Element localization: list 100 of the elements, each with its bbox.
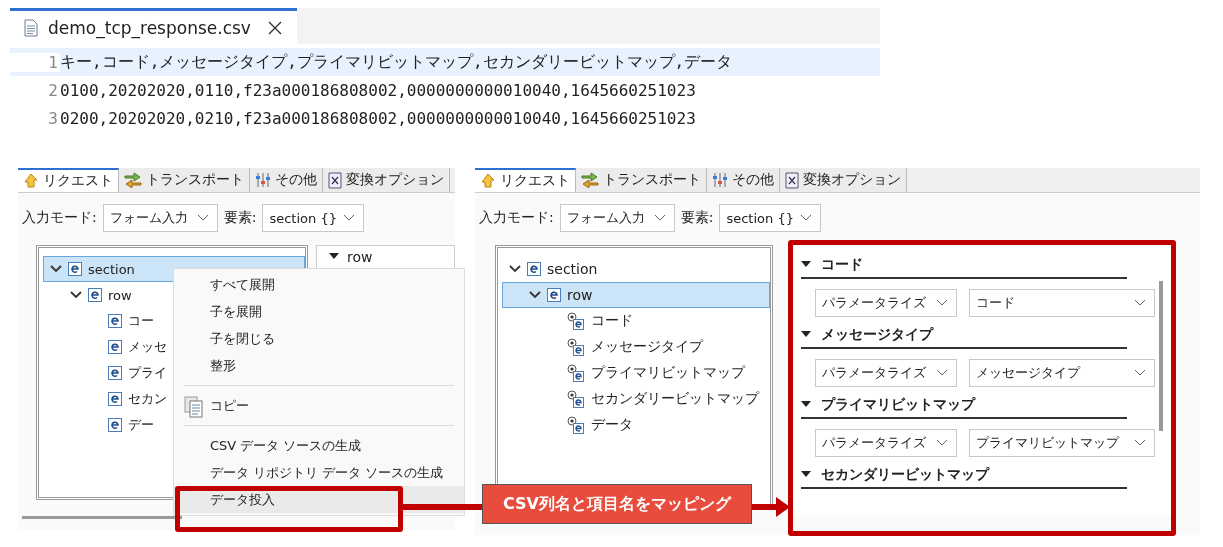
arrows-icon (124, 172, 142, 188)
tab[interactable]: トランスポート (576, 168, 707, 192)
mode-dropdown[interactable]: パラメータライズ (815, 289, 957, 317)
chevron-icon[interactable] (1134, 439, 1146, 447)
mode-dropdown[interactable]: パラメータライズ (815, 429, 957, 457)
chevron-icon[interactable] (196, 214, 209, 222)
chevron-icon[interactable] (936, 439, 948, 447)
scrollbar[interactable] (22, 516, 182, 519)
chevron-icon[interactable] (1134, 369, 1146, 377)
triangle-icon[interactable] (801, 401, 811, 409)
code-line: 0100,20202020,0110,f23a000186808002,0000000000010040,1645660251023 (60, 80, 696, 100)
code-line: 0200,20202020,0210,f23a000186808002,0000000000010040,1645660251023 (60, 108, 696, 128)
arrow-up-icon (23, 173, 39, 189)
document-icon (24, 18, 38, 37)
tree-item[interactable]: row (108, 287, 132, 303)
tab[interactable]: トランスポート (119, 168, 250, 192)
tree-item[interactable]: row (567, 287, 593, 303)
section-title: row (347, 249, 373, 265)
menu-item[interactable]: 整形 (174, 352, 464, 379)
field-icon (567, 416, 585, 434)
scrollbar[interactable] (1159, 281, 1163, 431)
mode-dropdown[interactable]: フォーム入力 (559, 204, 675, 232)
column-dropdown[interactable]: メッセージタイプ (969, 359, 1155, 387)
chevron-icon[interactable] (509, 263, 521, 275)
tree-item[interactable]: セカン (128, 390, 167, 408)
element-dropdown[interactable]: section {} (719, 204, 822, 232)
field-icon (567, 312, 585, 330)
mode-dropdown[interactable]: フォーム入力 (102, 204, 218, 232)
section-title: コード (821, 256, 863, 274)
field-icon (567, 390, 585, 408)
menu-item[interactable]: 子を閉じる (174, 325, 464, 352)
mode-label: 入力モード: (479, 209, 554, 227)
triangle-icon[interactable] (801, 471, 811, 479)
column-dropdown[interactable]: プライマリビットマップ (969, 429, 1155, 457)
section-title: セカンダリービットマップ (821, 466, 989, 484)
mode-dropdown[interactable]: パラメータライズ (815, 359, 957, 387)
tree-item[interactable]: データ (591, 416, 633, 434)
tree-item[interactable]: コー (128, 312, 154, 330)
tab[interactable]: リクエスト (18, 168, 119, 192)
callout-label: CSV列名と項目名をマッピング (482, 484, 752, 524)
tree-item[interactable]: section (547, 261, 598, 277)
element-icon (68, 262, 82, 276)
element-label: 要素: (680, 209, 714, 227)
triangle-icon[interactable] (329, 253, 339, 261)
line-number: 1 (10, 52, 60, 72)
element-icon (108, 418, 122, 432)
tab[interactable]: 変換オプション (323, 168, 450, 192)
chevron-icon[interactable] (529, 289, 541, 301)
tree-item[interactable]: コード (591, 312, 633, 330)
tree-item[interactable]: メッセージタイプ (591, 338, 703, 356)
tree-item[interactable]: デー (128, 416, 154, 434)
tab[interactable]: その他 (707, 168, 780, 192)
element-icon (108, 314, 122, 328)
menu-item[interactable]: データ リポジトリ データ ソースの生成 (174, 459, 464, 486)
element-icon (108, 392, 122, 406)
chevron-icon[interactable] (936, 299, 948, 307)
section-title: プライマリビットマップ (821, 396, 975, 414)
tab[interactable]: その他 (250, 168, 323, 192)
sliders-icon (255, 172, 271, 188)
chevron-icon[interactable] (800, 214, 813, 222)
close-icon[interactable] (266, 19, 283, 36)
code-line: キー,コード,メッセージタイプ,プライマリビットマップ,セカンダリービットマップ,データ (60, 51, 733, 73)
triangle-icon[interactable] (801, 261, 811, 269)
element-dropdown[interactable]: section {} (262, 204, 365, 232)
element-icon (527, 262, 541, 276)
tab[interactable]: リクエスト (475, 168, 576, 192)
arrow-up-icon (480, 173, 496, 189)
chevron-icon[interactable] (1134, 299, 1146, 307)
element-icon (108, 366, 122, 380)
file-tab[interactable]: demo_tcp_response.csv (10, 8, 297, 44)
tree-item[interactable]: セカンダリービットマップ (591, 390, 759, 408)
menu-item[interactable]: コピー (174, 392, 464, 419)
tree-item[interactable]: section (88, 261, 135, 277)
tab[interactable]: 変換オプション (780, 168, 907, 192)
mode-label: 入力モード: (22, 209, 97, 227)
chevron-icon[interactable] (653, 214, 666, 222)
menu-item[interactable]: CSV データ ソースの生成 (174, 432, 464, 459)
tree-item[interactable]: メッセ (128, 338, 167, 356)
element-icon (88, 288, 102, 302)
chevron-icon[interactable] (343, 214, 356, 222)
triangle-icon[interactable] (801, 331, 811, 339)
document-icon (785, 171, 799, 189)
copy-icon (184, 396, 204, 418)
menu-item[interactable]: 子を展開 (174, 298, 464, 325)
tree-item[interactable]: プライ (128, 364, 167, 382)
arrow-icon (752, 497, 790, 517)
document-icon (328, 171, 342, 189)
column-dropdown[interactable]: コード (969, 289, 1155, 317)
chevron-icon[interactable] (50, 263, 62, 275)
element-label: 要素: (223, 209, 257, 227)
sliders-icon (712, 172, 728, 188)
element-icon (108, 340, 122, 354)
tree-item[interactable]: プライマリビットマップ (591, 364, 745, 382)
field-icon (567, 364, 585, 382)
field-icon (567, 338, 585, 356)
chevron-icon[interactable] (70, 289, 82, 301)
menu-item[interactable]: すべて展開 (174, 271, 464, 298)
chevron-icon[interactable] (936, 369, 948, 377)
arrows-icon (581, 172, 599, 188)
section-title: メッセージタイプ (821, 326, 933, 344)
